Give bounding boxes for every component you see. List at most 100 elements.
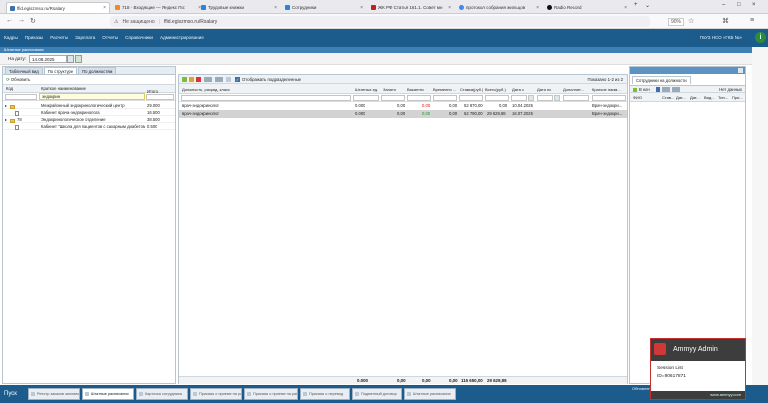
task-button[interactable]: Приказы о перевод [300, 388, 350, 400]
tab-list-icon[interactable]: ⌄ [645, 2, 650, 9]
tree-row[interactable]: Кабинет "Школа для пациентов с сахарным … [3, 123, 175, 131]
col-vacant[interactable]: Вакантно [407, 87, 424, 92]
edit-icon[interactable] [189, 77, 194, 82]
person-icon[interactable] [656, 87, 660, 92]
settings-icon[interactable] [226, 77, 231, 82]
menu-item-references[interactable]: Справочники [125, 35, 153, 40]
not-secure-icon[interactable]: ⚠ [114, 19, 118, 25]
ammyy-admin-popup[interactable]: Ammyy Admin Session List ID=90617871 www… [650, 338, 746, 400]
browser-menu-icon[interactable]: ≡ [750, 17, 754, 24]
close-tab-icon[interactable]: × [274, 5, 277, 11]
table-row[interactable]: врач-эндокринолог 0.000 0,00 0,00 0,00 5… [179, 102, 627, 110]
total-filter[interactable] [485, 95, 509, 101]
col-rate[interactable]: Став... [662, 93, 674, 102]
tab-employees-on-position[interactable]: Сотрудники на должности [632, 76, 691, 84]
print-icon[interactable] [662, 87, 670, 92]
table-row-selected[interactable]: врач-эндокринолог 0.000 0,00 0,00 0,00 6… [179, 110, 627, 118]
zoom-level[interactable]: 90% [668, 18, 685, 26]
add-employee-icon[interactable] [633, 88, 637, 92]
col-date-to[interactable]: Дата по [537, 87, 551, 92]
task-button-active[interactable]: Штатные расписания [82, 388, 134, 400]
rate-filter[interactable] [459, 95, 483, 101]
date-to-calendar-icon[interactable] [554, 95, 560, 101]
ammyy-site-link[interactable]: www.ammyy.com [710, 392, 741, 397]
close-tab-icon[interactable]: × [536, 5, 539, 11]
browser-tab-radio[interactable]: Radio Record × [544, 2, 630, 13]
col-short-name[interactable]: Краткое наим... [592, 87, 626, 92]
expand-icon[interactable]: ▸ [5, 102, 7, 109]
bookmark-star-icon[interactable]: ☆ [688, 17, 694, 25]
browser-tab-workbooks[interactable]: Трудовые книжки × [198, 2, 280, 13]
task-button[interactable]: Приказы о приеме на ра... [190, 388, 242, 400]
print-icon[interactable] [204, 77, 212, 82]
tree-row[interactable]: ▸ 78 Эндокринологическое отделение 38.50… [3, 116, 175, 123]
info-icon[interactable]: i [755, 32, 766, 43]
date-from-filter[interactable] [511, 95, 527, 101]
start-button[interactable]: Пуск [2, 387, 24, 401]
minimize-icon[interactable]: – [722, 2, 725, 8]
add-icon[interactable] [182, 77, 187, 82]
back-icon[interactable]: ← [6, 17, 13, 24]
col-units[interactable]: Штатных ед. [355, 87, 378, 92]
browser-tab-google-search[interactable]: протокол собрания жильцов × [456, 2, 542, 13]
maximize-icon[interactable]: □ [737, 2, 741, 8]
close-tab-icon[interactable]: × [103, 5, 106, 11]
browser-tab-housing-code[interactable]: ЖК РФ Статья 161.1. Совет мн × [368, 2, 454, 13]
tab-table-view[interactable]: Табличный вид [5, 67, 43, 74]
col-temp[interactable]: Временно ... [433, 87, 456, 92]
begin-button[interactable]: В нач [639, 87, 650, 92]
page-scrollbar[interactable] [752, 47, 768, 385]
col-code[interactable]: Код [6, 86, 13, 91]
session-list-label[interactable]: Session List [657, 365, 686, 373]
menu-item-staff[interactable]: Кадры [4, 35, 18, 40]
menu-item-admin[interactable]: Администрирование [160, 35, 204, 40]
col-date2[interactable]: Дат... [690, 93, 700, 102]
export-icon[interactable] [215, 77, 223, 82]
extensions-icon[interactable]: ⌘ [722, 17, 729, 25]
refresh-button[interactable]: ⟳ Обновить [3, 76, 175, 83]
position-filter[interactable] [181, 95, 351, 101]
calendar-icon[interactable] [67, 55, 74, 63]
name-filter[interactable]: эндокрин [39, 93, 145, 100]
additional-filter[interactable] [563, 95, 589, 101]
browser-tab-employees[interactable]: Сотрудники × [282, 2, 366, 13]
tab-by-structure[interactable]: По структуре [43, 67, 78, 74]
tree-row[interactable]: Кабинет врача-эндокринолога 16.500 [3, 109, 175, 117]
browser-tab-active[interactable]: ffid.egiszmso.ru/Rsalary × [6, 2, 110, 13]
browser-tab-yandex[interactable]: 718 · Входящие — Яндекс По: × [112, 2, 204, 13]
total-filter[interactable] [146, 94, 174, 100]
col-kind[interactable]: Вид... [704, 93, 715, 102]
col-type[interactable]: Тип... [718, 93, 728, 102]
busy-filter[interactable] [381, 95, 405, 101]
col-date1[interactable]: Дат... [676, 93, 686, 102]
col-busy[interactable]: Занято [383, 87, 396, 92]
date-from-calendar-icon[interactable] [528, 95, 534, 101]
apply-date-icon[interactable] [75, 55, 82, 63]
export-icon[interactable] [672, 87, 680, 92]
code-filter[interactable] [5, 94, 37, 100]
address-bar[interactable]: ⚠ Не защищено | ffid.egiszmso.ru/Rsalary [110, 16, 650, 27]
task-button[interactable]: Штатные расписания [404, 388, 456, 400]
expand-icon[interactable]: ▸ [5, 116, 7, 123]
menu-item-reports[interactable]: Отчеты [102, 35, 118, 40]
forward-icon[interactable]: → [18, 17, 25, 24]
temp-filter[interactable] [433, 95, 457, 101]
col-note[interactable]: При... [732, 93, 743, 102]
units-filter[interactable] [353, 95, 379, 101]
close-tab-icon[interactable]: × [624, 5, 627, 11]
vacant-filter[interactable] [407, 95, 431, 101]
tab-by-position[interactable]: По должностям [78, 67, 117, 74]
menu-item-calculations[interactable]: Расчеты [50, 35, 68, 40]
delete-icon[interactable] [196, 77, 201, 82]
close-tab-icon[interactable]: × [448, 5, 451, 11]
task-button[interactable]: Подменный договор [352, 388, 402, 400]
col-fio[interactable]: ФИО [633, 93, 642, 102]
collapse-icon[interactable] [738, 68, 743, 73]
date-field[interactable]: 14.08.2025 [29, 55, 67, 63]
tree-row[interactable]: ▸ Межрайонный эндокринологический центр … [3, 102, 175, 109]
task-button[interactable]: Карточка сотрудника [136, 388, 188, 400]
col-additional[interactable]: Дополнит... [563, 87, 589, 92]
short-name-filter[interactable] [592, 95, 626, 101]
new-tab-icon[interactable]: + [634, 2, 638, 8]
date-to-filter[interactable] [537, 95, 553, 101]
